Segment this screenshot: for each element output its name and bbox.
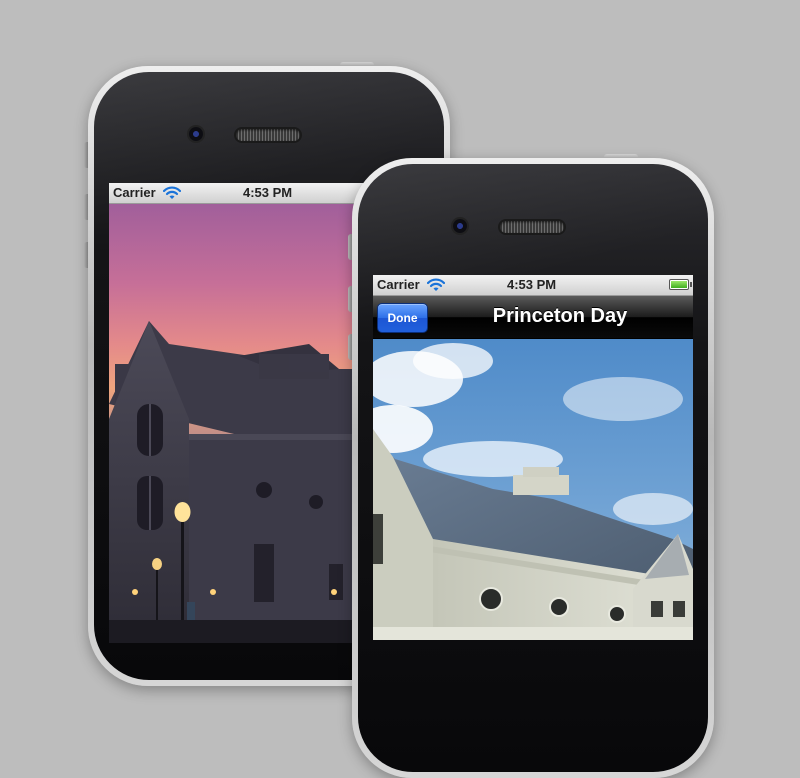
done-button[interactable]: Done	[377, 303, 428, 333]
carrier-label: Carrier	[113, 185, 156, 200]
carrier-label: Carrier	[377, 277, 420, 292]
front-phone-screen: Carrier 4:53 PM Done Princeton Day	[373, 275, 693, 640]
navigation-bar: Done Princeton Day	[373, 296, 693, 339]
battery-icon	[669, 279, 692, 290]
wifi-icon	[163, 186, 181, 199]
camera-lens-icon	[453, 219, 467, 233]
status-bar: Carrier 4:53 PM	[373, 275, 693, 296]
nav-title: Princeton Day	[492, 305, 628, 327]
front-phone: Carrier 4:53 PM Done Princeton Day	[348, 154, 714, 778]
status-time: 4:53 PM	[243, 185, 293, 200]
speaker-grille-icon	[500, 221, 564, 233]
speaker-grille-icon	[236, 129, 300, 141]
photo-chapel-daylight[interactable]	[373, 339, 693, 640]
camera-lens-icon	[189, 127, 203, 141]
wifi-icon	[427, 278, 445, 291]
status-time: 4:53 PM	[507, 277, 557, 292]
